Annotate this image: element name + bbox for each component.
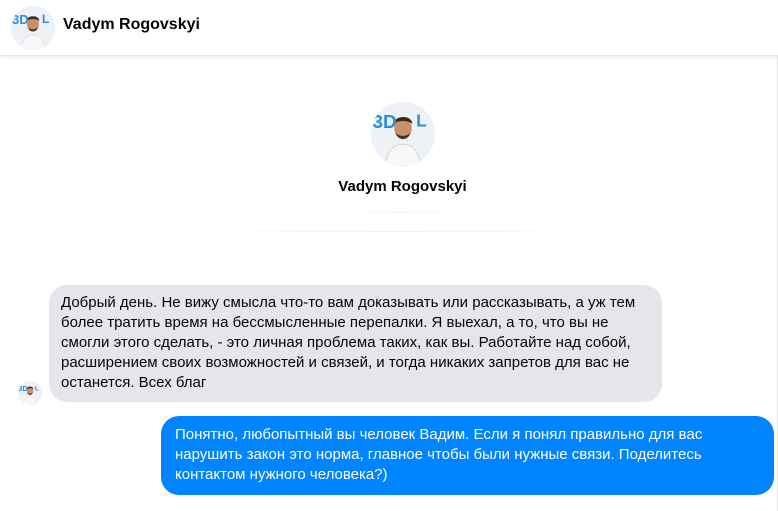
header-avatar[interactable]: 3D L <box>11 6 55 50</box>
svg-text:3D: 3D <box>12 12 29 27</box>
incoming-message-bubble[interactable]: Добрый день. Не вижу смысла что-то вам д… <box>49 285 662 402</box>
profile-photo-icon: 3D L <box>371 102 435 166</box>
svg-text:3D: 3D <box>372 112 396 133</box>
svg-text:L: L <box>35 385 39 392</box>
svg-text:3D: 3D <box>19 385 28 393</box>
contact-name[interactable]: Vadym Rogovskyi <box>63 16 200 34</box>
profile-name: Vadym Rogovskyi <box>338 178 467 195</box>
profile-photo-icon: 3D L <box>18 381 42 405</box>
profile-avatar[interactable]: 3D L <box>371 102 435 166</box>
svg-text:L: L <box>416 111 427 131</box>
message-sender-avatar[interactable]: 3D L <box>18 381 42 405</box>
conversation-header: 3D L Vadym Rogovskyi <box>0 0 778 56</box>
outgoing-message-bubble[interactable]: Понятно, любопытный вы человек Вадим. Ес… <box>161 416 774 495</box>
svg-text:L: L <box>42 12 49 26</box>
profile-photo-icon: 3D L <box>11 6 55 50</box>
blurred-profile-detail <box>150 231 645 232</box>
blurred-profile-detail <box>330 212 475 213</box>
messenger-chat-window: 3D L Vadym Rogovskyi 3D L Vadym Rogovsky… <box>0 0 778 511</box>
